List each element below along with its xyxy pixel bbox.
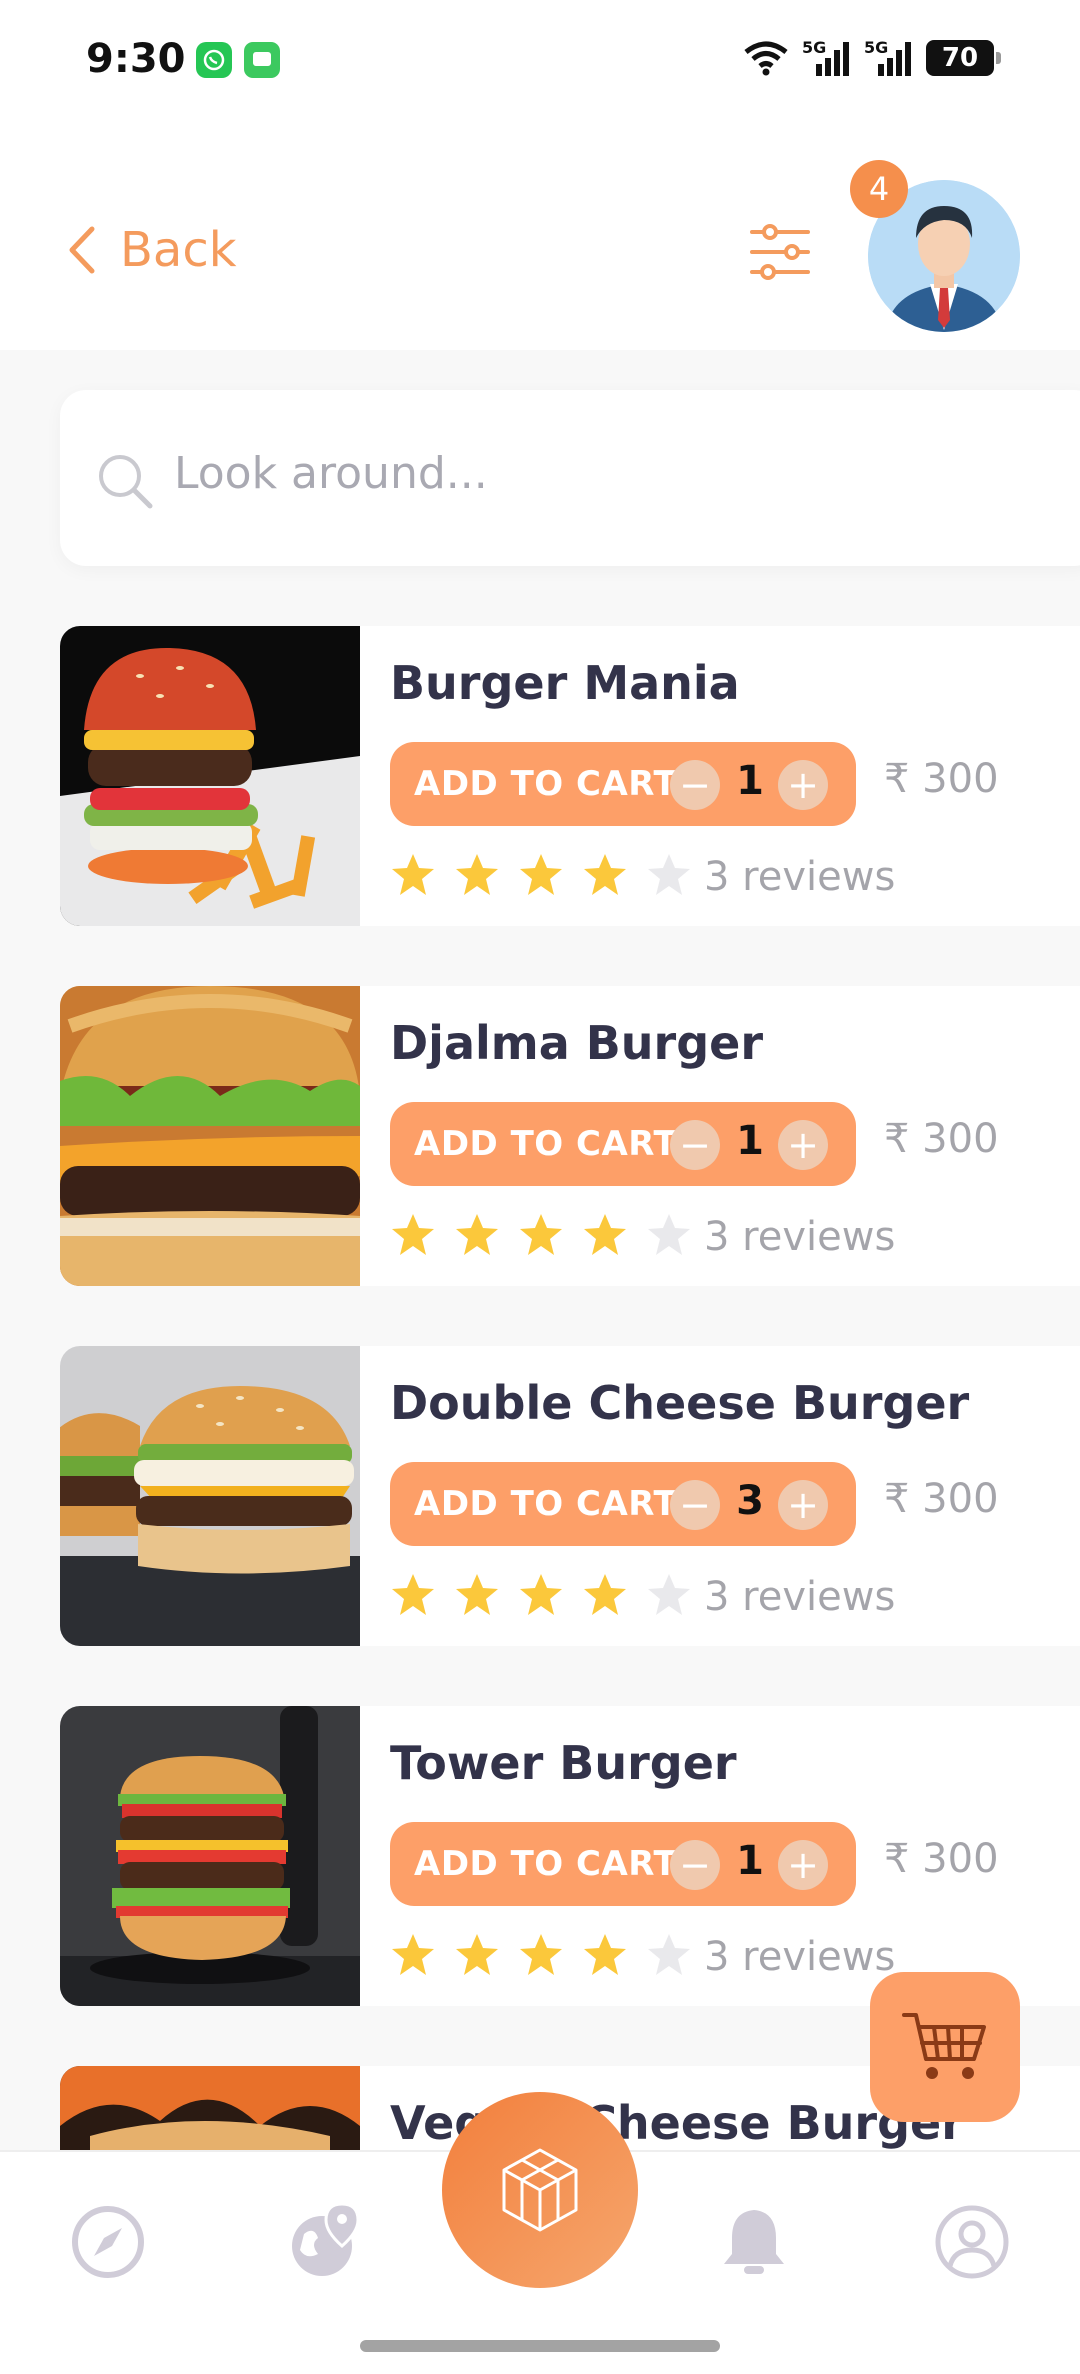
star-filled-icon <box>520 1574 562 1615</box>
battery-icon: 70 <box>926 40 1001 76</box>
compass-icon[interactable] <box>70 2204 146 2280</box>
star-filled-icon <box>584 1214 626 1255</box>
star-filled-icon <box>456 1934 498 1975</box>
star-filled-icon <box>520 1934 562 1975</box>
whatsapp-icon <box>196 42 232 78</box>
reviews-count[interactable]: 3 reviews <box>704 1934 895 1980</box>
add-to-cart-label: ADD TO CART <box>414 1844 678 1884</box>
rating-stars <box>390 1932 692 1978</box>
bell-icon[interactable] <box>716 2204 792 2280</box>
star-filled-icon <box>456 1574 498 1615</box>
quantity-value: 1 <box>736 1838 764 1884</box>
item-price: ₹ 300 <box>884 1116 999 1162</box>
signal-5g-icon-2: 5G <box>864 38 914 78</box>
star-empty-icon <box>648 1214 690 1255</box>
add-to-cart-button[interactable]: ADD TO CART − 1 + <box>390 1102 856 1186</box>
increase-quantity-button[interactable]: + <box>778 1840 828 1890</box>
increase-quantity-button[interactable]: + <box>778 760 828 810</box>
star-empty-icon <box>648 1574 690 1615</box>
back-button[interactable]: Back <box>66 222 237 278</box>
decrease-quantity-button[interactable]: − <box>670 1480 720 1530</box>
rating-stars <box>390 1572 692 1618</box>
home-indicator[interactable] <box>360 2340 720 2352</box>
battery-level: 70 <box>941 43 979 73</box>
search-icon <box>99 455 153 509</box>
status-bar: 9:30 5G 5G 70 <box>0 0 1080 120</box>
item-name: Djalma Burger <box>390 1016 764 1070</box>
cart-count-badge: 4 <box>850 160 908 218</box>
burger-mania-image <box>60 626 360 926</box>
add-to-cart-button[interactable]: ADD TO CART − 1 + <box>390 742 856 826</box>
shopping-cart-icon <box>902 2013 986 2079</box>
reviews-count[interactable]: 3 reviews <box>704 854 895 900</box>
star-empty-icon <box>648 1934 690 1975</box>
reviews-count[interactable]: 3 reviews <box>704 1214 895 1260</box>
globe-pin-icon[interactable] <box>288 2204 364 2280</box>
star-filled-icon <box>520 1214 562 1255</box>
wifi-icon <box>744 41 788 76</box>
decrease-quantity-button[interactable]: − <box>670 1120 720 1170</box>
search-bar[interactable]: Look around... <box>60 390 1080 566</box>
system-icons: 5G 5G 70 <box>742 38 1001 78</box>
double-cheese-burger-image <box>60 1346 360 1646</box>
star-filled-icon <box>520 854 562 895</box>
star-filled-icon <box>584 854 626 895</box>
item-price: ₹ 300 <box>884 1836 999 1882</box>
rating-stars <box>390 1212 692 1258</box>
star-filled-icon <box>584 1934 626 1975</box>
item-price: ₹ 300 <box>884 756 999 802</box>
djalma-burger-image <box>60 986 360 1286</box>
cart-button[interactable] <box>870 1972 1020 2122</box>
item-price: ₹ 300 <box>884 1476 999 1522</box>
add-to-cart-label: ADD TO CART <box>414 1124 678 1164</box>
star-filled-icon <box>456 854 498 895</box>
star-filled-icon <box>456 1214 498 1255</box>
star-filled-icon <box>392 1214 434 1255</box>
list-item[interactable]: Djalma Burger ADD TO CART − 1 + ₹ 300 3 … <box>60 986 1080 1286</box>
increase-quantity-button[interactable]: + <box>778 1480 828 1530</box>
status-time: 9:30 <box>86 36 186 82</box>
reviews-count[interactable]: 3 reviews <box>704 1574 895 1620</box>
star-filled-icon <box>392 1574 434 1615</box>
item-name: Double Cheese Burger <box>390 1376 970 1430</box>
chevron-left-icon <box>69 226 95 274</box>
star-empty-icon <box>648 854 690 895</box>
star-filled-icon <box>392 1934 434 1975</box>
decrease-quantity-button[interactable]: − <box>670 1840 720 1890</box>
filter-sliders-icon[interactable] <box>748 220 812 284</box>
item-name: Burger Mania <box>390 656 740 710</box>
search-input[interactable]: Look around... <box>174 448 488 499</box>
rating-stars <box>390 852 692 898</box>
cube-icon <box>502 2148 578 2232</box>
list-item[interactable]: Burger Mania ADD TO CART − 1 + ₹ 300 3 r… <box>60 626 1080 926</box>
back-label: Back <box>120 222 237 278</box>
increase-quantity-button[interactable]: + <box>778 1120 828 1170</box>
list-item[interactable]: Tower Burger ADD TO CART − 1 + ₹ 300 3 r… <box>60 1706 1080 2006</box>
item-name: Tower Burger <box>390 1736 737 1790</box>
quantity-value: 1 <box>736 758 764 804</box>
tower-burger-image <box>60 1706 360 2006</box>
add-to-cart-button[interactable]: ADD TO CART − 3 + <box>390 1462 856 1546</box>
list-item[interactable]: Double Cheese Burger ADD TO CART − 3 + ₹… <box>60 1346 1080 1646</box>
signal-5g-icon: 5G <box>802 38 852 78</box>
quantity-value: 1 <box>736 1118 764 1164</box>
ar-cube-button[interactable] <box>442 2092 638 2288</box>
add-to-cart-label: ADD TO CART <box>414 764 678 804</box>
messages-icon <box>244 42 280 78</box>
add-to-cart-label: ADD TO CART <box>414 1484 678 1524</box>
decrease-quantity-button[interactable]: − <box>670 760 720 810</box>
star-filled-icon <box>392 854 434 895</box>
quantity-value: 3 <box>736 1478 764 1524</box>
profile-icon[interactable] <box>934 2204 1010 2280</box>
star-filled-icon <box>584 1574 626 1615</box>
top-header: Back 4 <box>0 120 1080 350</box>
add-to-cart-button[interactable]: ADD TO CART − 1 + <box>390 1822 856 1906</box>
